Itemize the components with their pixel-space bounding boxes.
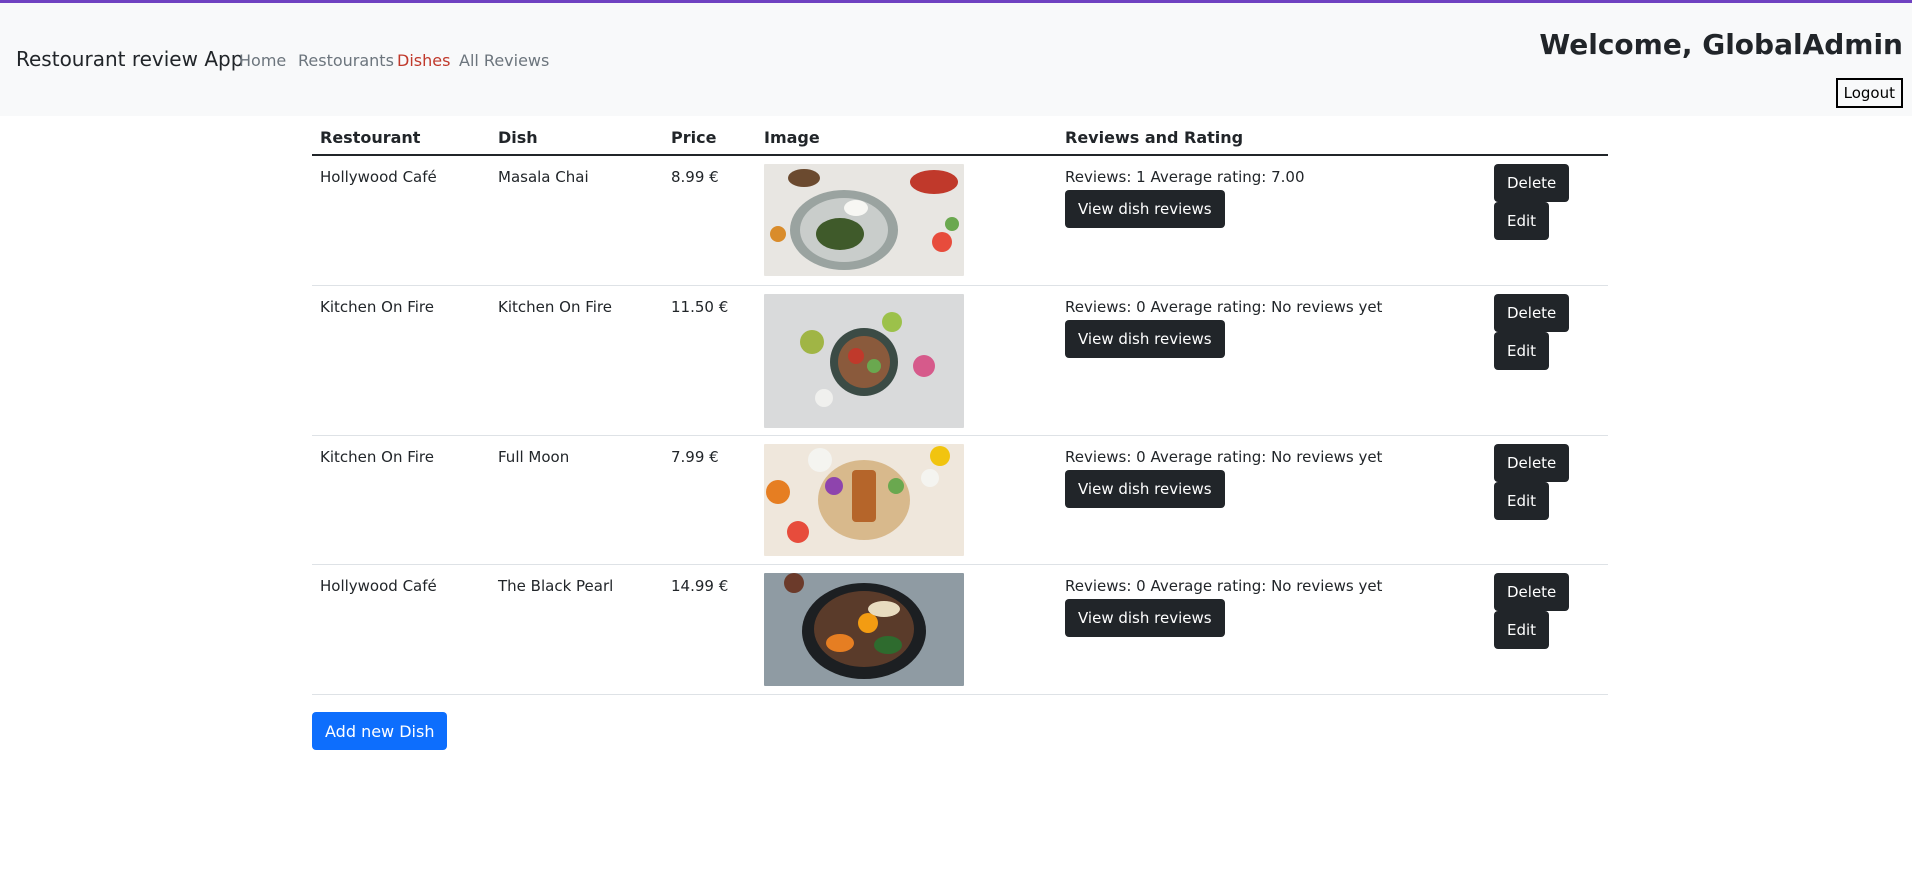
- delete-button[interactable]: Delete: [1494, 164, 1570, 202]
- welcome-text: Welcome, GlobalAdmin: [1539, 28, 1903, 61]
- reviews-summary: Reviews: 0 Average rating: No reviews ye…: [1065, 448, 1383, 466]
- restaurant-cell: Hollywood Café: [320, 168, 437, 186]
- dish-image: [764, 164, 964, 276]
- dishes-table: Restourant Dish Price Image Reviews and …: [312, 116, 1608, 695]
- logout-button[interactable]: Logout: [1835, 78, 1903, 108]
- table-header: Restourant Dish Price Image Reviews and …: [312, 116, 1608, 156]
- edit-button[interactable]: Edit: [1494, 482, 1550, 520]
- dish-cell: Kitchen On Fire: [498, 298, 612, 316]
- table-row: Kitchen On Fire Full Moon 7.99 € Reviews…: [312, 436, 1608, 565]
- table-row: Hollywood Café The Black Pearl 14.99 € R…: [312, 565, 1608, 695]
- header-price: Price: [671, 128, 717, 147]
- header-image: Image: [764, 128, 820, 147]
- restaurant-cell: Kitchen On Fire: [320, 448, 434, 466]
- price-cell: 11.50 €: [671, 298, 729, 316]
- restaurant-cell: Kitchen On Fire: [320, 298, 434, 316]
- dish-image: [764, 294, 964, 428]
- nav-home[interactable]: Home: [239, 51, 286, 70]
- view-dish-reviews-button[interactable]: View dish reviews: [1065, 320, 1225, 358]
- add-new-dish-button[interactable]: Add new Dish: [312, 712, 448, 750]
- view-dish-reviews-button[interactable]: View dish reviews: [1065, 190, 1225, 228]
- view-dish-reviews-button[interactable]: View dish reviews: [1065, 599, 1225, 637]
- nav-all-reviews[interactable]: All Reviews: [459, 51, 549, 70]
- price-cell: 8.99 €: [671, 168, 719, 186]
- edit-button[interactable]: Edit: [1494, 202, 1550, 240]
- dish-image: [764, 444, 964, 556]
- price-cell: 7.99 €: [671, 448, 719, 466]
- delete-button[interactable]: Delete: [1494, 294, 1570, 332]
- reviews-summary: Reviews: 1 Average rating: 7.00: [1065, 168, 1305, 186]
- nav-dishes[interactable]: Dishes: [397, 51, 450, 70]
- dish-cell: Masala Chai: [498, 168, 589, 186]
- delete-button[interactable]: Delete: [1494, 573, 1570, 611]
- header-dish: Dish: [498, 128, 538, 147]
- edit-button[interactable]: Edit: [1494, 332, 1550, 370]
- reviews-summary: Reviews: 0 Average rating: No reviews ye…: [1065, 298, 1383, 316]
- table-row: Kitchen On Fire Kitchen On Fire 11.50 € …: [312, 286, 1608, 436]
- dish-cell: Full Moon: [498, 448, 570, 466]
- reviews-summary: Reviews: 0 Average rating: No reviews ye…: [1065, 577, 1383, 595]
- dish-image: [764, 573, 964, 686]
- edit-button[interactable]: Edit: [1494, 611, 1550, 649]
- delete-button[interactable]: Delete: [1494, 444, 1570, 482]
- restaurant-cell: Hollywood Café: [320, 577, 437, 595]
- price-cell: 14.99 €: [671, 577, 729, 595]
- app-brand[interactable]: Restourant review App: [16, 47, 243, 71]
- header-restaurant: Restourant: [320, 128, 421, 147]
- header-reviews: Reviews and Rating: [1065, 128, 1244, 147]
- view-dish-reviews-button[interactable]: View dish reviews: [1065, 470, 1225, 508]
- navbar: Restourant review App Home Restourants D…: [0, 3, 1912, 116]
- table-row: Hollywood Café Masala Chai 8.99 € Review…: [312, 156, 1608, 286]
- nav-restaurants[interactable]: Restourants: [298, 51, 394, 70]
- dish-cell: The Black Pearl: [498, 577, 614, 595]
